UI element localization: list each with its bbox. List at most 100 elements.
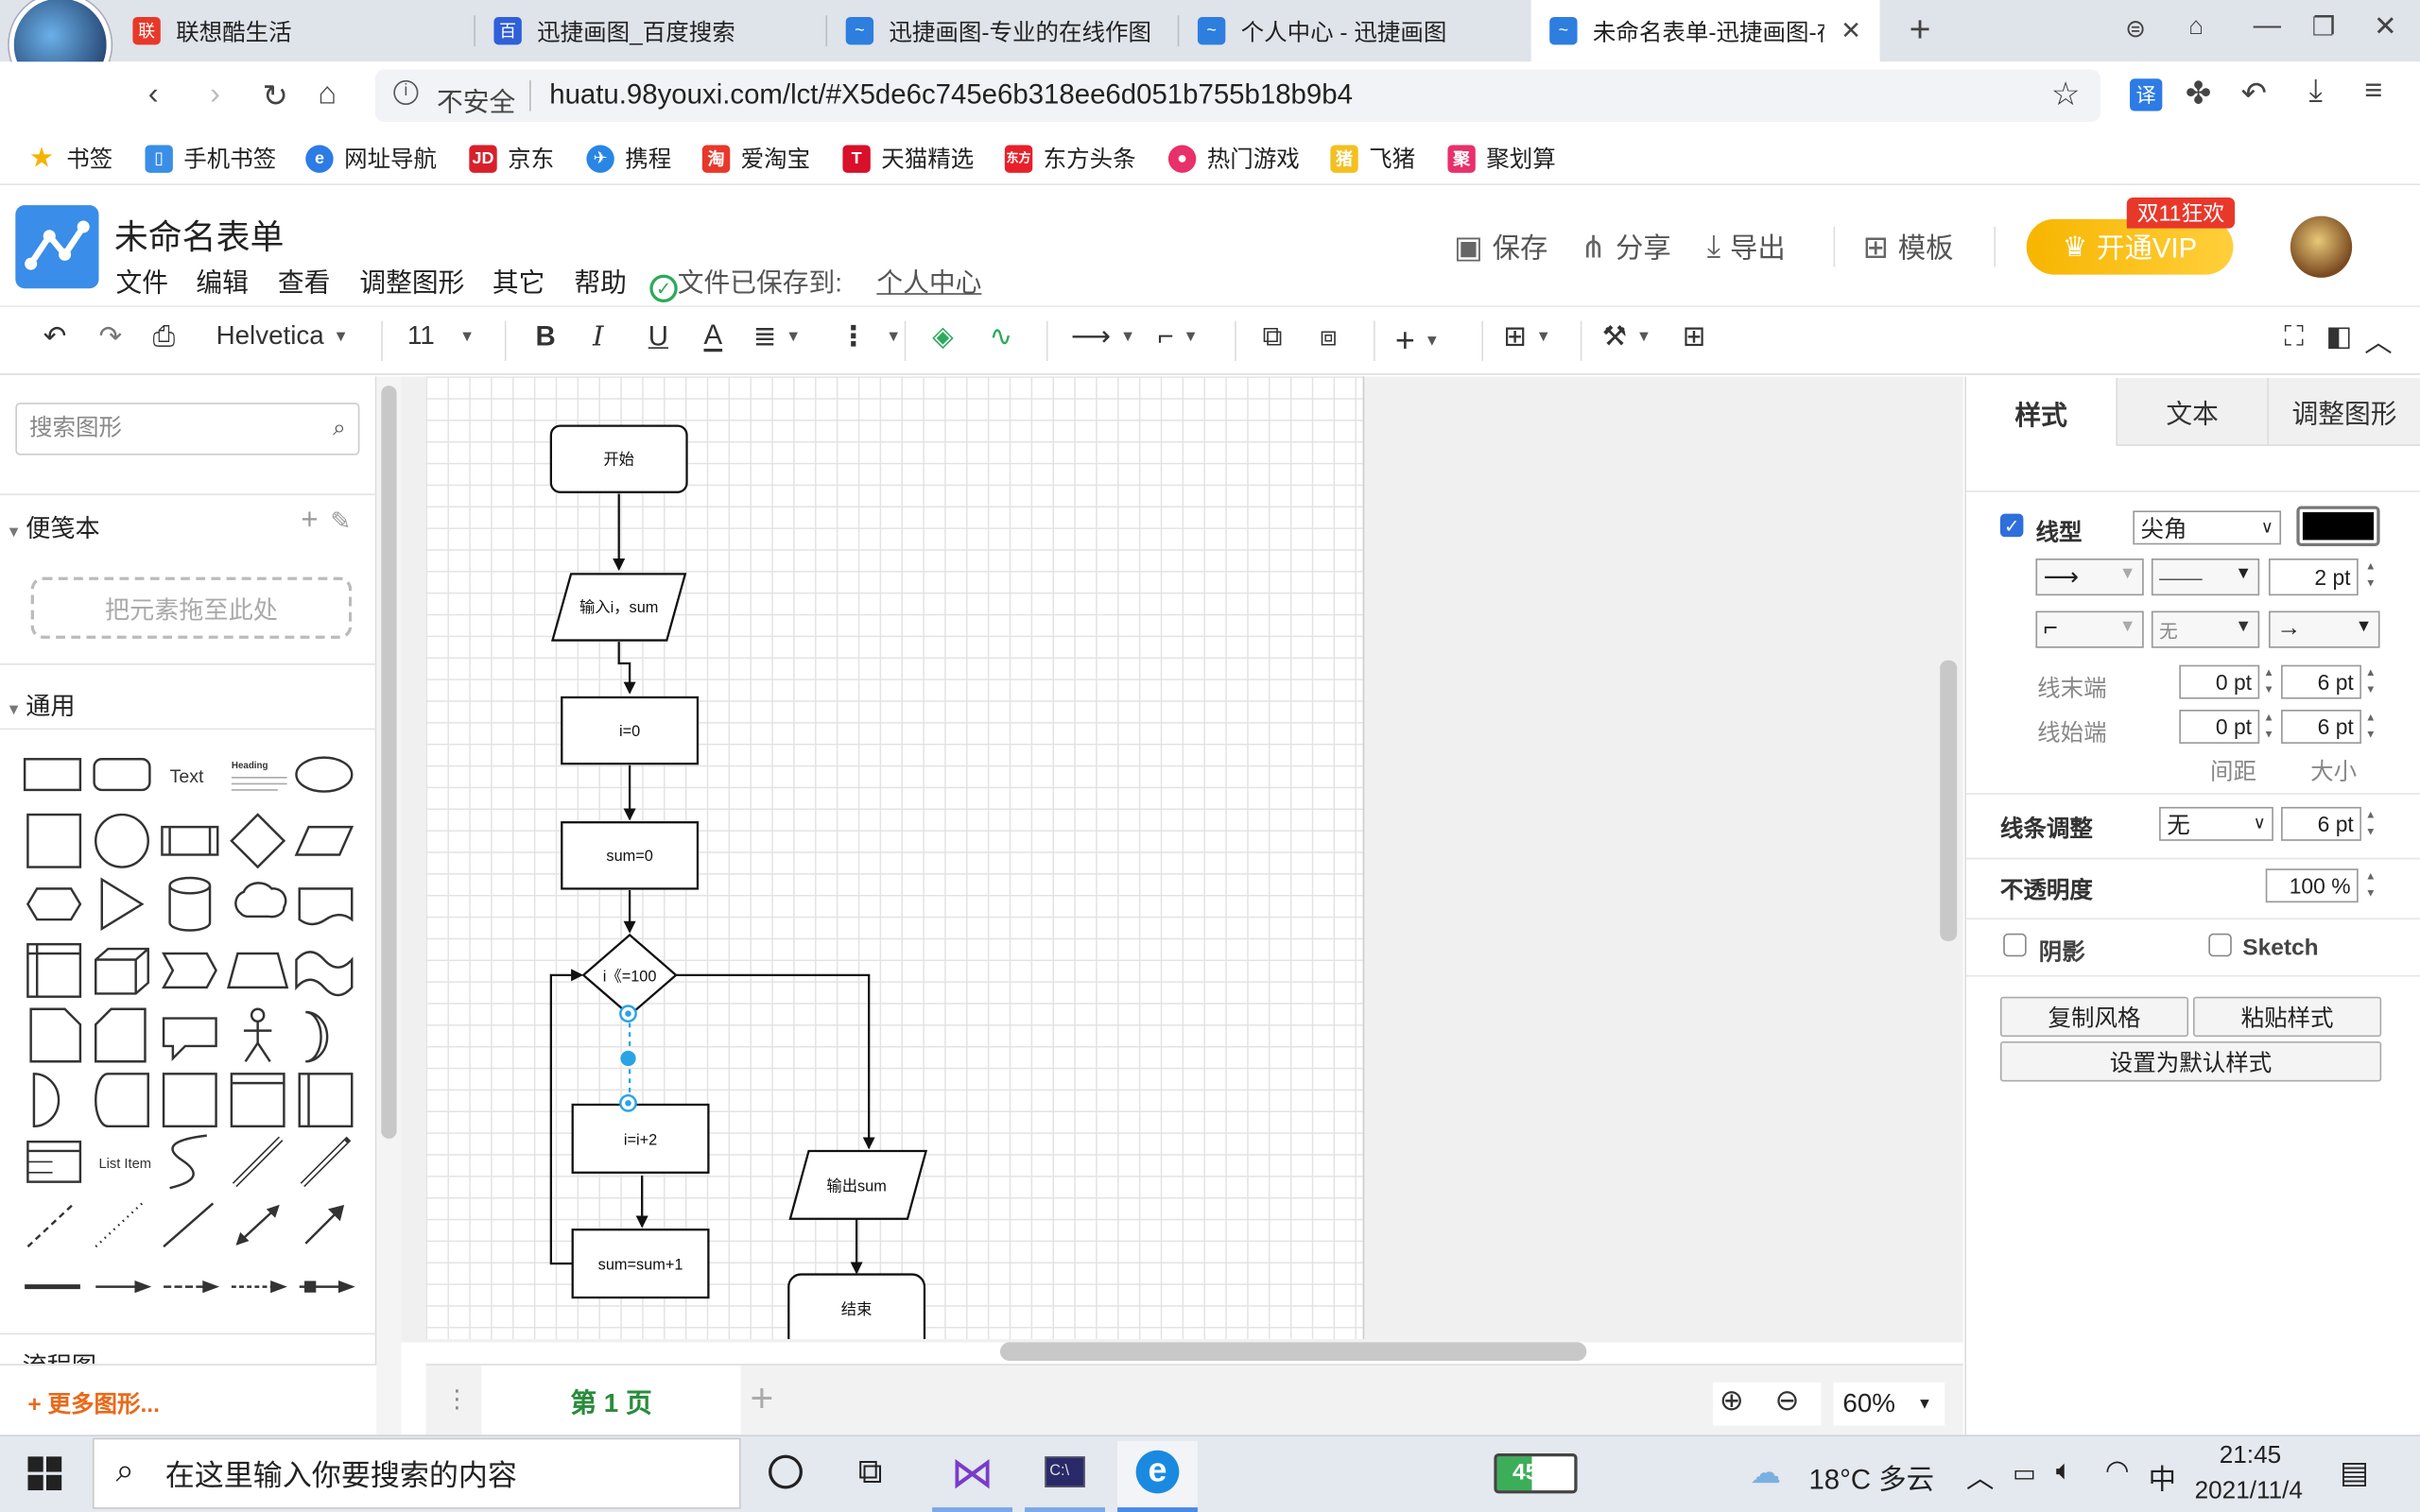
browser-tab-lenovo[interactable]: 联 联想酷生活 [114, 0, 474, 61]
bookmark-item[interactable]: ▯ 手机书签 [145, 142, 276, 174]
stepper-icon[interactable]: ▲ ▼ [2363, 868, 2378, 902]
grid-layout-icon[interactable]: ⊞ [1683, 321, 1706, 353]
bookmark-item[interactable]: ★ 书签 [27, 142, 112, 174]
save-button[interactable]: ▣ 保存 [1454, 227, 1547, 266]
personal-center-link[interactable]: 个人中心 [876, 261, 981, 300]
sketch-checkbox[interactable] [2208, 933, 2232, 957]
line-color-swatch[interactable] [2296, 506, 2380, 546]
more-vertical-icon[interactable]: ⋮ ▼ [839, 321, 901, 353]
chevron-up-icon[interactable]: ︿ [1966, 1456, 1994, 1496]
cortana-icon[interactable] [769, 1454, 803, 1489]
canvas-horizontal-scrollbar[interactable] [999, 1342, 1587, 1361]
line-adjust-select[interactable]: 无 ∨ [2159, 806, 2273, 841]
menu-help[interactable]: 帮助 [574, 261, 627, 300]
start-size-input[interactable]: 6 pt [2281, 710, 2361, 744]
download-icon[interactable]: ⤓ [2308, 74, 2322, 110]
export-button[interactable]: ⤓ 导出 [1707, 227, 1786, 266]
bold-icon[interactable]: B [536, 321, 556, 353]
document-title[interactable]: 未命名表单 [114, 210, 285, 259]
template-button[interactable]: ⊞ 模板 [1863, 227, 1954, 266]
stepper-icon[interactable]: ▲ ▼ [2363, 665, 2378, 699]
menu-other[interactable]: 其它 [493, 261, 545, 300]
underline-icon[interactable]: U [648, 321, 668, 353]
canvas-vertical-scrollbar[interactable] [1940, 660, 1958, 941]
drop-zone[interactable]: 把元素拖至此处 [30, 576, 353, 639]
end-spacing-input[interactable]: 0 pt [2179, 664, 2260, 699]
home-icon[interactable]: ⌂ [318, 77, 337, 113]
waypoint-select[interactable]: ⌐ ▼ [2035, 610, 2144, 648]
bookmark-item[interactable]: ● 热门游戏 [1167, 142, 1300, 174]
share-button[interactable]: ⋔ 分享 [1581, 227, 1671, 266]
font-color-icon[interactable]: A [703, 321, 723, 352]
visual-studio-taskbar-item[interactable]: ⋈ [932, 1441, 1013, 1512]
extensions-icon[interactable]: ✤ [2186, 74, 2211, 112]
add-page-plus-icon[interactable]: + [750, 1375, 773, 1423]
task-view-icon[interactable]: ⧉ [858, 1452, 883, 1491]
notepad-section-header[interactable]: ▼ 便笺本 [7, 507, 100, 544]
battery-indicator[interactable]: 45% [1494, 1452, 1578, 1494]
connector-arrow-icon[interactable]: ⟶ ▼ [1071, 321, 1135, 353]
flowchart-section-header[interactable]: ▶ 流程图 [7, 1346, 96, 1364]
copy-style-button[interactable]: 复制风格 [1999, 996, 2189, 1038]
browser-tab-personal-center[interactable]: ~ 个人中心 - 迅捷画图 [1179, 0, 1530, 61]
flowchart-diagram[interactable]: 开始 输入i，sum i=0 sum=0 i《=100 i=i+2 sum=su… [426, 376, 1365, 1340]
page-menu-icon[interactable]: ⋮ [444, 1383, 469, 1415]
bookmark-item[interactable]: 东方 东方头条 [1004, 142, 1136, 174]
url-field[interactable]: i 不安全 huatu.98youxi.com/lct/#X5de6c745e6… [374, 69, 2101, 122]
shirt-skin-icon[interactable]: ⌂ [2188, 14, 2204, 42]
bookmark-item[interactable]: 聚聚划算 [1447, 142, 1556, 174]
notification-icon[interactable]: ▤ [2340, 1453, 2369, 1492]
scrollbar-thumb[interactable] [381, 386, 397, 1139]
xunjie-logo-icon[interactable] [15, 205, 99, 289]
left-panel-scrollbar[interactable] [376, 376, 402, 1435]
font-size-select[interactable]: 11 ▼ [407, 321, 475, 352]
info-icon[interactable]: i [393, 79, 419, 106]
start-spacing-input[interactable]: 0 pt [2179, 710, 2260, 744]
forward-icon[interactable]: › [210, 77, 220, 113]
italic-icon[interactable]: I [593, 321, 604, 353]
browser-tab-active[interactable]: ~ 未命名表单-迅捷画图-在 ✕ [1530, 0, 1880, 62]
send-back-icon[interactable]: ⧈ [1320, 321, 1338, 353]
page-tab-1[interactable]: 第 1 页 [481, 1365, 741, 1435]
arrow-end-select[interactable]: → ▼ [2268, 610, 2380, 648]
bring-front-icon[interactable]: ⧉ [1263, 321, 1283, 353]
browser-taskbar-item[interactable]: e [1117, 1440, 1198, 1512]
collapse-up-icon[interactable]: ︿ [2364, 321, 2392, 361]
stepper-icon[interactable]: ▲ ▼ [2363, 807, 2378, 841]
zoom-in-icon[interactable]: ⊕ [1720, 1383, 1744, 1419]
tab-arrange[interactable]: 调整图形 [2268, 377, 2420, 446]
menu-file[interactable]: 文件 [115, 261, 168, 300]
browser-menu-icon[interactable]: ≡ [2364, 74, 2382, 110]
line-end-select[interactable]: 无 ▼ [2151, 610, 2260, 648]
bookmark-item[interactable]: ✈ 携程 [586, 142, 671, 174]
minimize-icon[interactable]: — [2254, 9, 2281, 42]
menu-edit[interactable]: 编辑 [196, 261, 249, 300]
general-shapes-grid[interactable]: Text Heading List Item [0, 734, 376, 1320]
redo-icon[interactable]: ↷ [98, 321, 122, 353]
maximize-icon[interactable]: ❐ [2312, 12, 2336, 43]
undo-icon[interactable]: ↶ [43, 321, 67, 353]
opacity-input[interactable]: 100 % [2265, 868, 2359, 903]
align-icon[interactable]: ≣ ▼ [753, 321, 802, 353]
windows-start-icon[interactable] [27, 1456, 62, 1498]
stepper-icon[interactable]: ▲ ▼ [2363, 710, 2378, 744]
stepper-icon[interactable]: ▲ ▼ [2261, 665, 2276, 699]
line-type-checkbox[interactable]: ✓ [1999, 513, 2024, 538]
font-family-select[interactable]: Helvetica ▼ [216, 321, 349, 352]
menu-arrange[interactable]: 调整图形 [359, 261, 464, 300]
undo-history-icon[interactable]: ↶ [2241, 74, 2267, 112]
ime-indicator[interactable]: 中 [2149, 1458, 2176, 1498]
browser-tab-baidu[interactable]: 百 迅捷画图_百度搜索 [475, 0, 826, 61]
reload-icon[interactable]: ↻ [263, 77, 288, 116]
tab-text[interactable]: 文本 [2117, 377, 2269, 446]
general-section-header[interactable]: ▼ 通用 [7, 685, 76, 722]
panel-toggle-icon[interactable]: ◧ [2325, 321, 2352, 353]
star-bookmark-icon[interactable]: ☆ [2051, 76, 2081, 114]
table-icon[interactable]: ⊞ ▼ [1503, 321, 1551, 353]
clock-date[interactable]: 2021/11/4 [2195, 1478, 2303, 1505]
shadow-checkbox[interactable] [2003, 933, 2027, 957]
line-type-select[interactable]: 尖角 ∨ [2133, 510, 2282, 545]
tab-style[interactable]: 样式 [1965, 377, 2118, 446]
set-default-style-button[interactable]: 设置为默认样式 [1999, 1041, 2382, 1082]
add-plus-icon[interactable]: + [301, 505, 318, 539]
